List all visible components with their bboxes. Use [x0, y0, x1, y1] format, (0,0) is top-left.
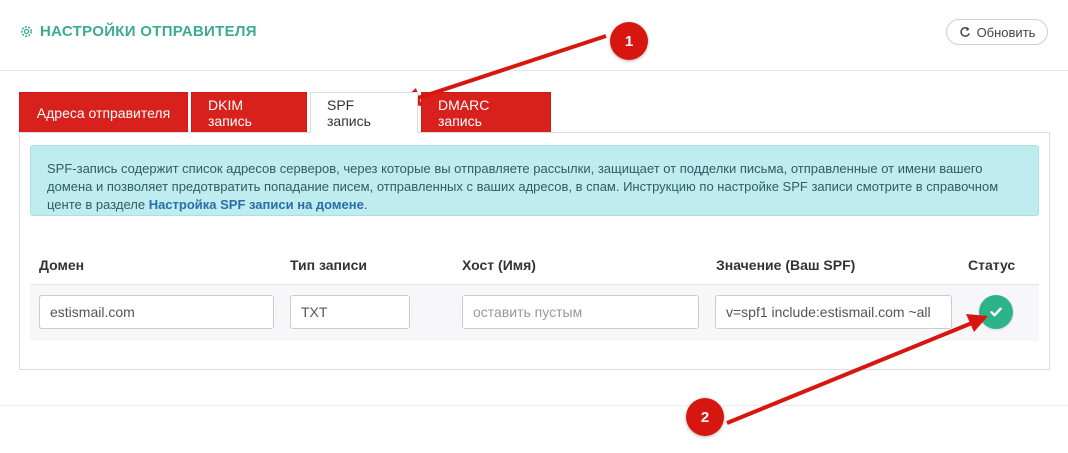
- tab-spf[interactable]: SPF запись: [310, 92, 418, 133]
- annotation-marker-1: 1: [610, 22, 648, 60]
- info-tail: .: [363, 197, 368, 212]
- host-field[interactable]: [462, 295, 699, 329]
- record-type-field[interactable]: [290, 295, 410, 329]
- info-alert: SPF-запись содержит список адресов серве…: [30, 145, 1039, 216]
- status-ok-badge: [979, 295, 1013, 329]
- refresh-icon: [959, 26, 970, 37]
- header-value: Значение (Ваш SPF): [716, 257, 856, 273]
- page-title: НАСТРОЙКИ ОТПРАВИТЕЛЯ: [40, 23, 257, 40]
- tabs-bar: Адреса отправителя DKIM запись SPF запис…: [19, 92, 554, 133]
- bottom-divider: [0, 405, 1068, 406]
- header-type: Тип записи: [290, 257, 367, 273]
- title-wrap: НАСТРОЙКИ ОТПРАВИТЕЛЯ: [19, 23, 257, 40]
- tab-dkim[interactable]: DKIM запись: [191, 92, 307, 133]
- check-icon: [990, 307, 1002, 317]
- tab-dmarc[interactable]: DMARC запись: [421, 92, 551, 133]
- gear-icon: [21, 26, 32, 37]
- refresh-button[interactable]: Обновить: [946, 19, 1048, 45]
- spf-help-link[interactable]: Настройка SPF записи на домене: [149, 197, 364, 212]
- header-domain: Домен: [39, 257, 85, 273]
- refresh-label: Обновить: [976, 24, 1036, 40]
- domain-field[interactable]: [39, 295, 274, 329]
- page-header: НАСТРОЙКИ ОТПРАВИТЕЛЯ Обновить: [0, 0, 1068, 71]
- annotation-marker-2: 2: [686, 398, 724, 436]
- header-host: Хост (Имя): [462, 257, 536, 273]
- spf-value-field[interactable]: [715, 295, 952, 329]
- header-status: Статус: [968, 257, 1016, 273]
- spf-panel: SPF-запись содержит список адресов серве…: [19, 132, 1050, 370]
- tab-sender-addresses[interactable]: Адреса отправителя: [19, 92, 188, 133]
